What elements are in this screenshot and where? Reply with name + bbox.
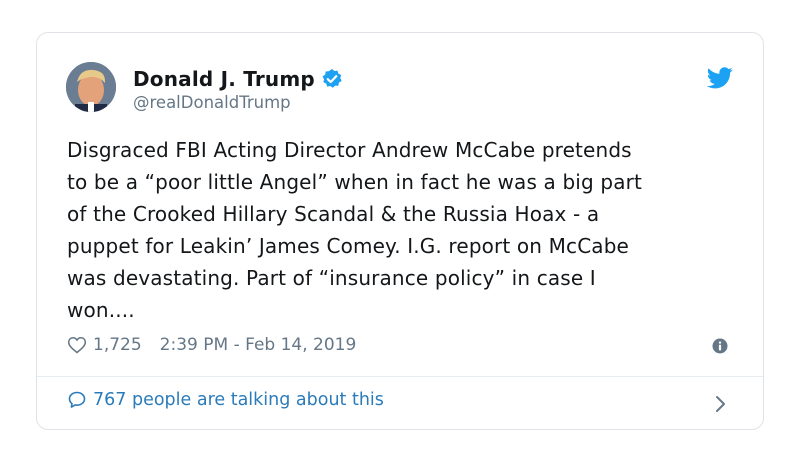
info-icon[interactable] (712, 338, 728, 354)
verified-badge-icon (321, 68, 343, 90)
tweet-text: Disgraced FBI Acting Director Andrew McC… (67, 134, 747, 326)
tweet-text-line: was devastating. Part of “insurance poli… (67, 266, 596, 290)
author-handle[interactable]: @realDonaldTrump (133, 93, 291, 112)
author-name-row: Donald J. Trump (133, 67, 343, 91)
twitter-bird-icon[interactable] (707, 67, 733, 89)
avatar[interactable] (66, 62, 116, 112)
tweet-text-line: to be a “poor little Angel” when in fact… (67, 170, 642, 194)
tweet-card: Donald J. Trump @realDonaldTrump Disgrac… (36, 32, 764, 430)
divider (37, 376, 763, 377)
tweet-text-line: Disgraced FBI Acting Director Andrew McC… (67, 138, 632, 162)
heart-icon[interactable] (67, 335, 87, 355)
speech-bubble-icon (68, 391, 86, 408)
author-display-name[interactable]: Donald J. Trump (133, 67, 315, 91)
like-count[interactable]: 1,725 (93, 335, 142, 355)
tweet-text-line: puppet for Leakin’ James Comey. I.G. rep… (67, 234, 630, 258)
tweet-timestamp[interactable]: 2:39 PM - Feb 14, 2019 (160, 335, 357, 355)
chevron-right-icon[interactable] (715, 395, 727, 413)
tweet-text-line: of the Crooked Hillary Scandal & the Rus… (67, 202, 600, 226)
conversation-label[interactable]: 767 people are talking about this (93, 390, 384, 410)
tweet-text-line: won.... (67, 298, 135, 322)
tweet-meta: 1,725 2:39 PM - Feb 14, 2019 (67, 335, 356, 355)
conversation-link[interactable]: 767 people are talking about this (67, 390, 384, 410)
